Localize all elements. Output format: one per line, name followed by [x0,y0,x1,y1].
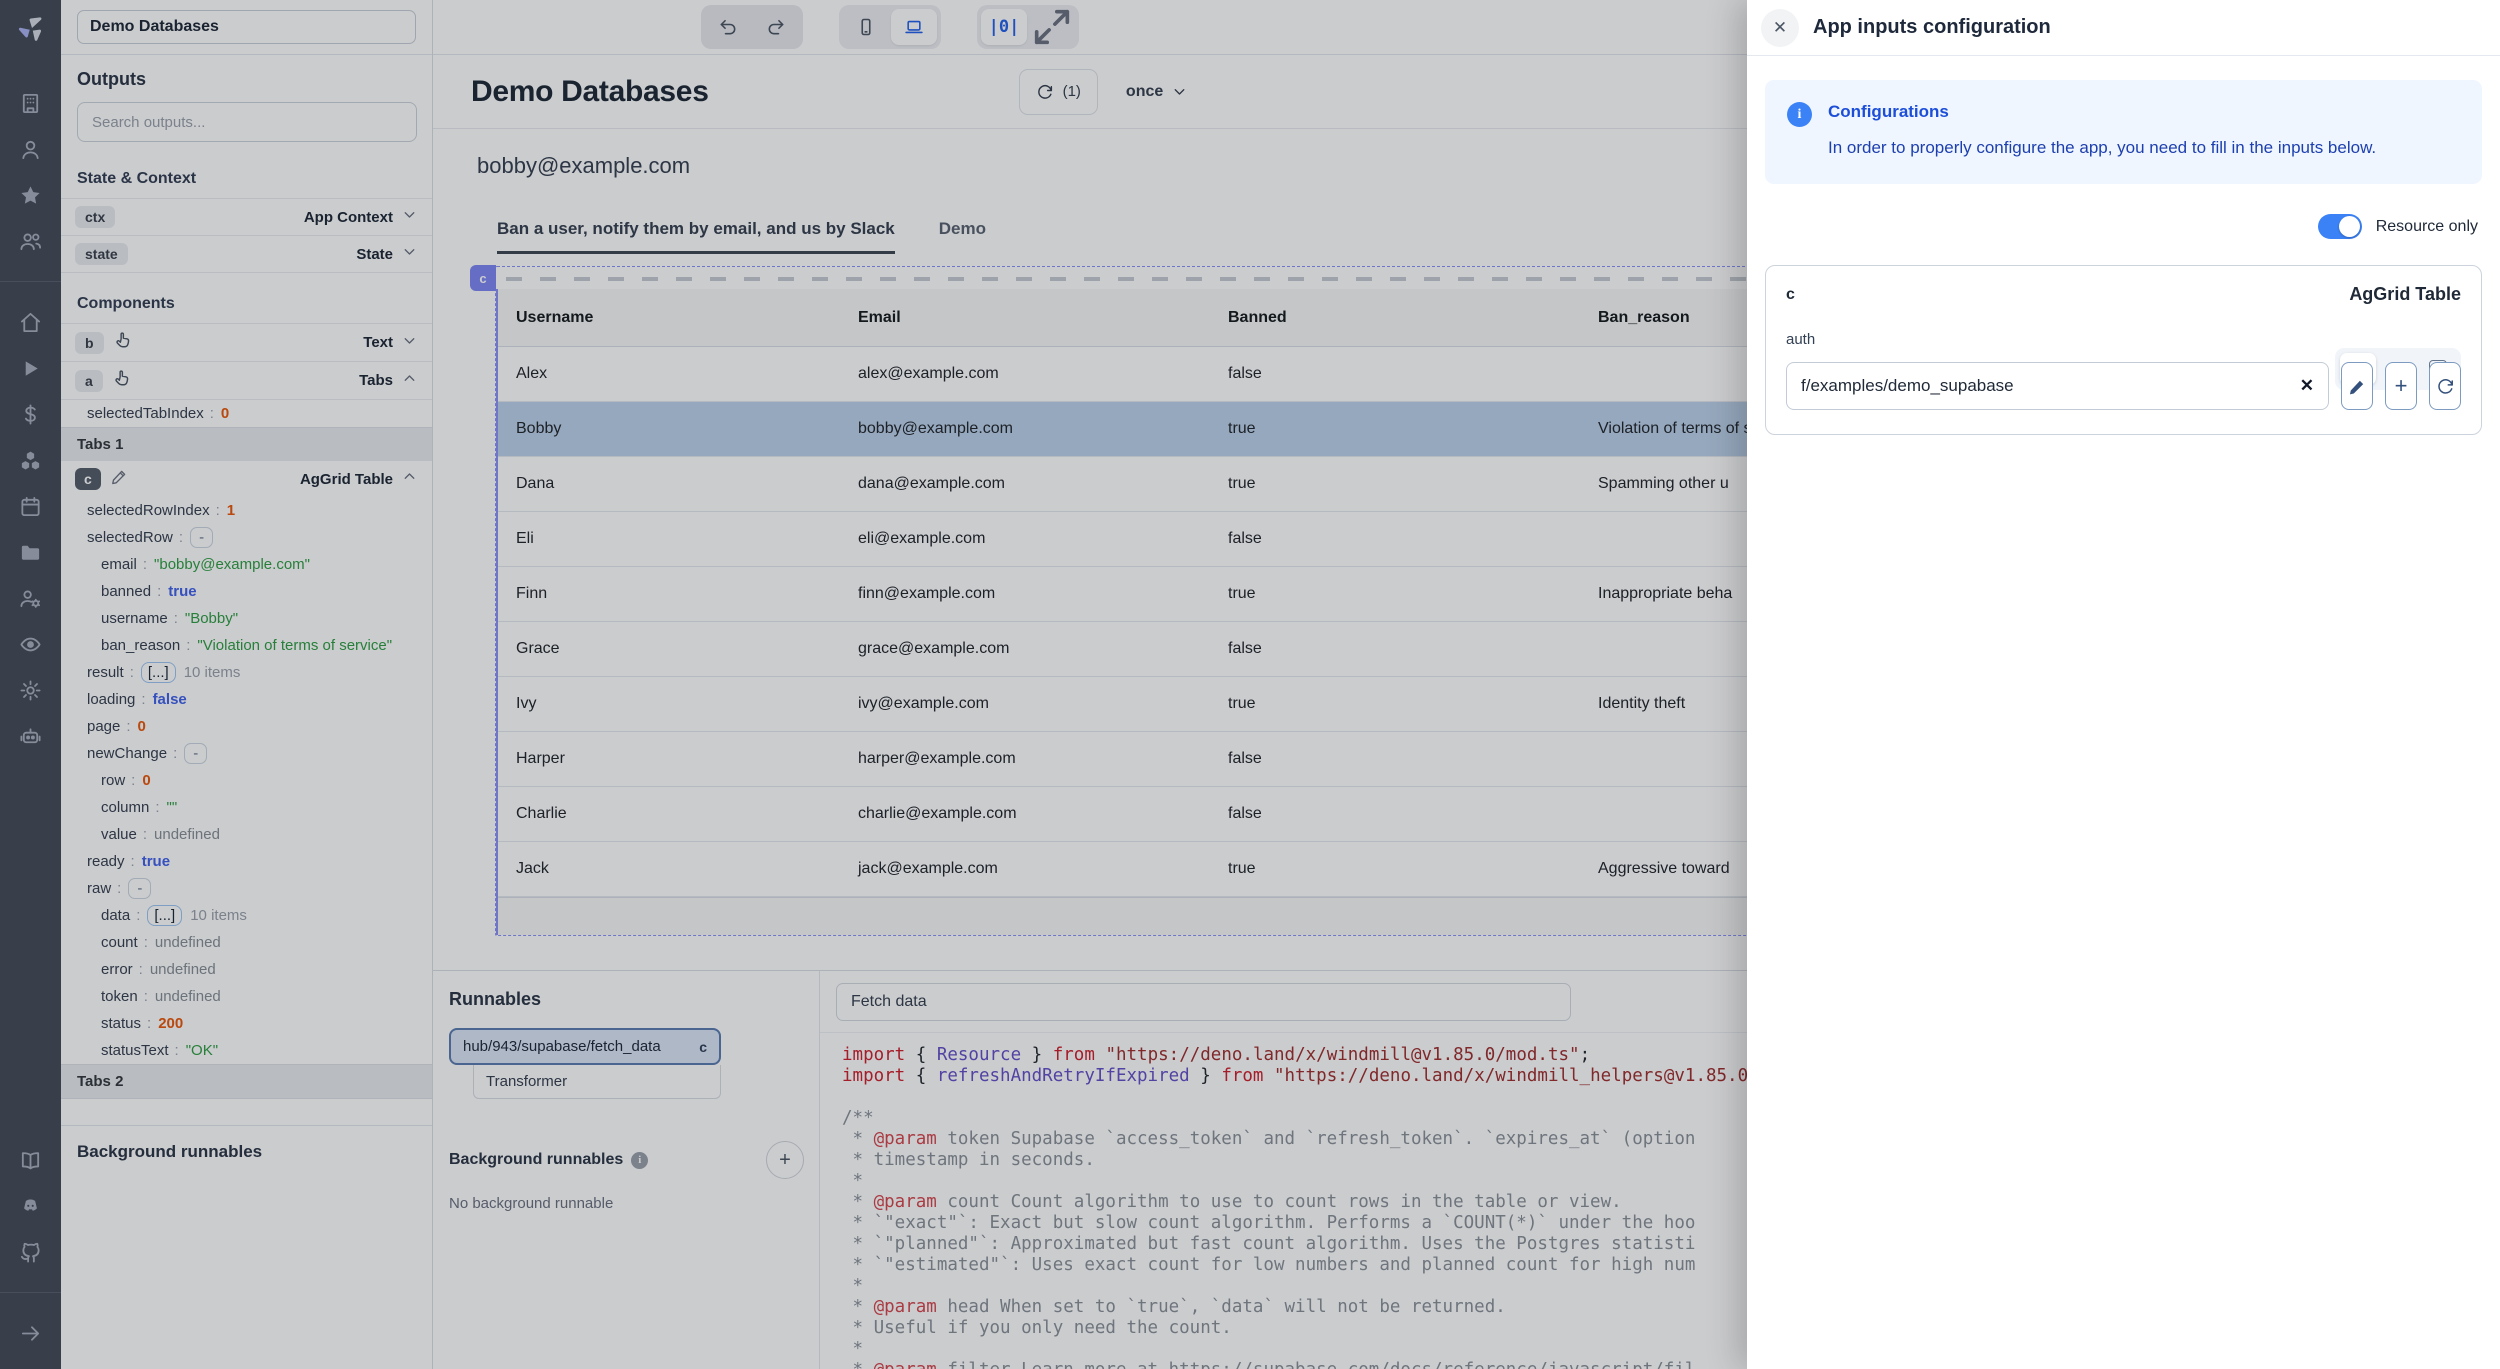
component-key: c [1786,286,1795,304]
edit-resource-button[interactable] [2341,362,2373,410]
resource-only-label: Resource only [2376,218,2478,236]
add-resource-button[interactable]: + [2385,362,2417,410]
modal-dim-overlay[interactable] [0,0,1747,1369]
component-input-card: c AgGrid Table auth f f/examples/demo_su… [1765,265,2482,435]
info-icon: i [1787,102,1812,127]
app-inputs-drawer: ✕ App inputs configuration i Configurati… [1747,0,2500,1369]
info-title: Configurations [1828,102,2376,122]
component-type: AgGrid Table [2349,284,2461,305]
windmill-app-editor: Outputs State & Context ctxApp Contextst… [0,0,2500,1369]
info-text: In order to properly configure the app, … [1828,138,2376,158]
resource-input[interactable]: f/examples/demo_supabase ✕ [1786,362,2329,410]
clear-input-icon[interactable]: ✕ [2300,376,2314,396]
resource-only-toggle[interactable] [2318,214,2362,239]
close-icon[interactable]: ✕ [1761,9,1799,47]
drawer-title: App inputs configuration [1813,16,2051,39]
configurations-info-box: i Configurations In order to properly co… [1765,80,2482,184]
refresh-resource-button[interactable] [2429,362,2461,410]
